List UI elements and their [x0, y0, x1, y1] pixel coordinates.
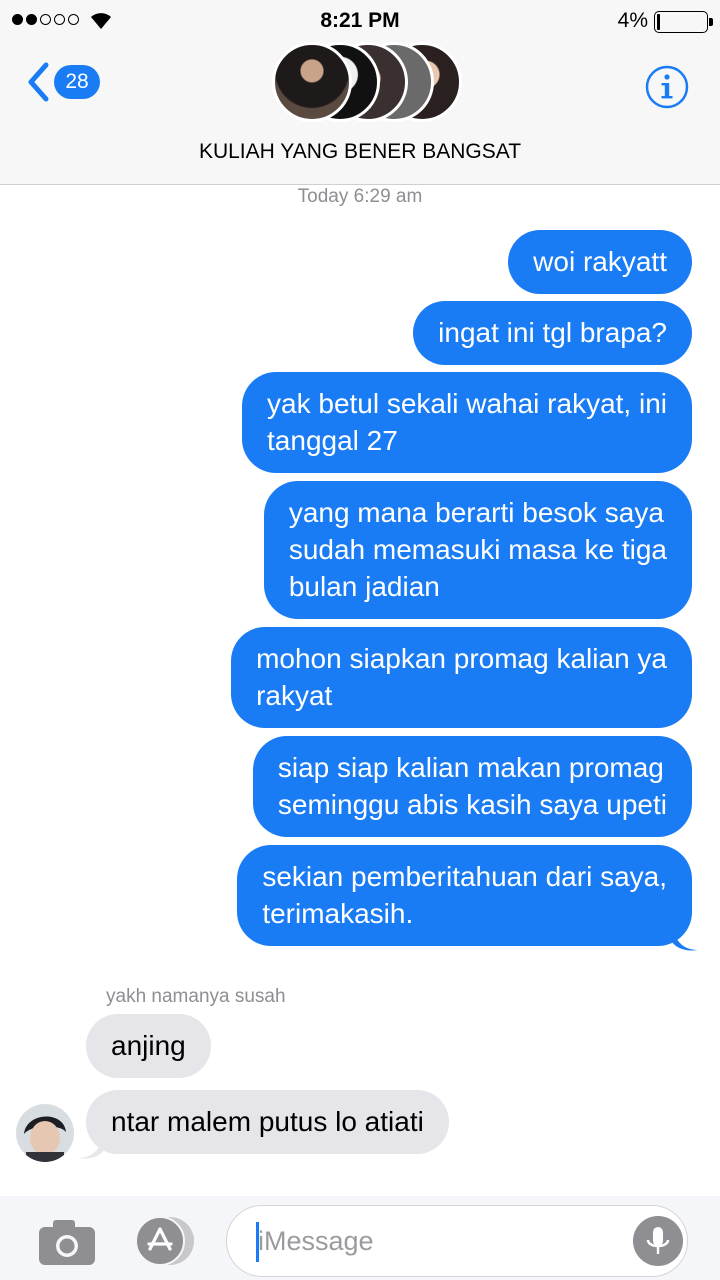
incoming-message[interactable]: ntar malem putus lo atiati [86, 1090, 449, 1154]
navigation-header: 8:21 PM 4% 28 KULIAH YANG BENER BANGSAT [0, 0, 720, 185]
outgoing-message[interactable]: woi rakyatt [508, 230, 692, 294]
sender-name: yakh namanya susah [106, 986, 286, 1007]
member-avatar [272, 42, 352, 122]
battery-icon [654, 11, 713, 33]
info-icon[interactable] [644, 64, 690, 110]
outgoing-message[interactable]: mohon siapkan promag kalian ya rakyat [231, 627, 692, 728]
microphone-icon [646, 1227, 670, 1254]
microphone-button[interactable] [633, 1216, 683, 1266]
status-bar: 8:21 PM 4% [0, 0, 720, 44]
incoming-message[interactable]: anjing [86, 1014, 211, 1078]
outgoing-message[interactable]: yang mana berarti besok saya sudah memas… [263, 481, 692, 619]
bubble-tail [78, 1136, 104, 1159]
group-avatars[interactable] [272, 42, 462, 122]
back-button[interactable]: 28 [26, 62, 100, 102]
outgoing-message[interactable]: siap siap kalian makan promag seminggu a… [252, 736, 692, 837]
unread-count-badge: 28 [54, 65, 100, 99]
status-time: 8:21 PM [320, 9, 400, 32]
bubble-tail [672, 928, 698, 951]
outgoing-message[interactable]: ingat ini tgl brapa? [413, 301, 692, 365]
outgoing-message[interactable]: yak betul sekali wahai rakyat, ini tangg… [242, 372, 692, 473]
battery-percent: 4% [617, 9, 648, 32]
sender-avatar[interactable] [16, 1104, 74, 1162]
outgoing-message[interactable]: sekian pemberitahuan dari saya, terimaka… [237, 845, 692, 946]
camera-icon[interactable] [38, 1218, 96, 1266]
group-title[interactable]: KULIAH YANG BENER BANGSAT [0, 140, 720, 164]
message-input[interactable] [258, 1218, 618, 1264]
back-chevron-icon [28, 62, 49, 102]
app-store-icon[interactable] [130, 1216, 196, 1266]
conversation-timestamp: Today 6:29 am [297, 186, 423, 207]
